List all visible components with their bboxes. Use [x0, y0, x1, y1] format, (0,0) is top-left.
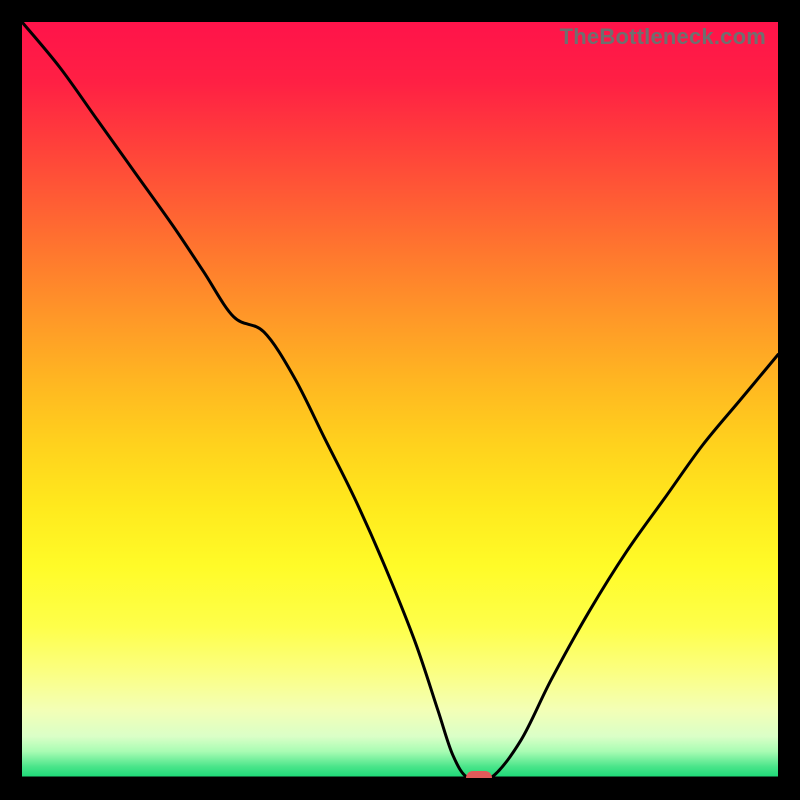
optimal-marker [466, 771, 492, 778]
watermark-text: TheBottleneck.com [560, 24, 766, 50]
chart-frame: TheBottleneck.com [0, 0, 800, 800]
plot-area: TheBottleneck.com [22, 22, 778, 778]
bottleneck-curve [22, 22, 778, 778]
